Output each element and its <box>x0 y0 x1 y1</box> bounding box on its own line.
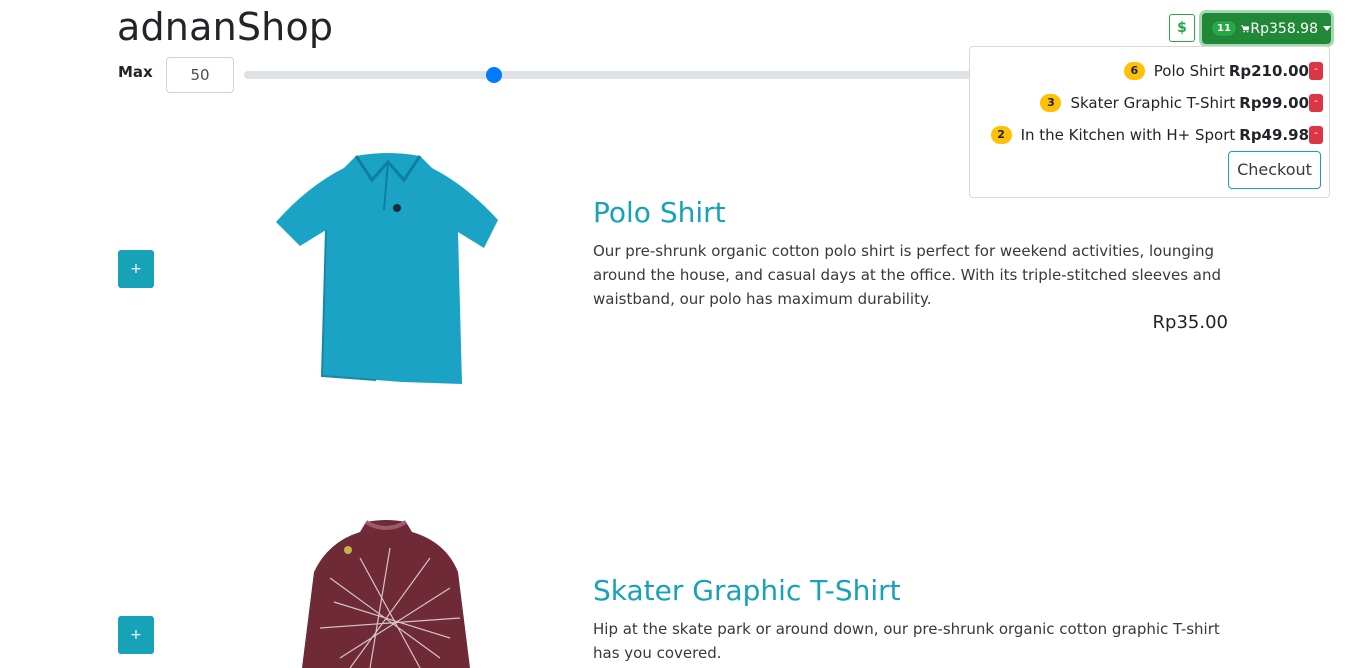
max-price-input[interactable]: 50 <box>166 57 234 93</box>
cart-item: 6 Polo Shirt Rp210.00 - <box>1123 60 1323 82</box>
cart-item-price: Rp99.00 <box>1239 94 1309 112</box>
remove-item-button[interactable]: - <box>1309 94 1323 112</box>
slider-thumb[interactable] <box>486 67 502 83</box>
cart-item: 3 Skater Graphic T-Shirt Rp99.00 - <box>1040 92 1323 114</box>
cart-total: Rp358.98 <box>1250 20 1318 37</box>
cart-item-name: Skater Graphic T-Shirt <box>1070 94 1236 112</box>
cart-item-qty: 2 <box>990 126 1012 144</box>
add-to-cart-button[interactable]: + <box>118 616 154 654</box>
cart-item-qty: 3 <box>1040 94 1062 112</box>
remove-item-button[interactable]: - <box>1309 126 1323 144</box>
add-to-cart-button[interactable]: + <box>118 250 154 288</box>
checkout-button[interactable]: Checkout <box>1228 151 1321 189</box>
brand-title: adnanShop <box>117 5 334 49</box>
product-title: Skater Graphic T-Shirt <box>593 574 901 607</box>
product-title: Polo Shirt <box>593 196 726 229</box>
skater-shirt-image <box>302 520 470 668</box>
remove-item-button[interactable]: - <box>1309 62 1323 80</box>
max-price-slider[interactable] <box>244 71 984 79</box>
cart-icon <box>1240 24 1250 32</box>
cart-item: 2 In the Kitchen with H+ Sport Rp49.98 - <box>990 124 1323 146</box>
cart-item-name: In the Kitchen with H+ Sport <box>1020 126 1236 144</box>
cart-item-price: Rp210.00 <box>1228 62 1309 80</box>
max-label: Max <box>118 63 153 81</box>
cart-count-badge: 11 <box>1211 20 1237 37</box>
currency-button[interactable]: $ <box>1169 14 1195 42</box>
product-description: Hip at the skate park or around down, ou… <box>593 620 1220 662</box>
chevron-down-icon <box>1323 26 1331 31</box>
cart-item-name: Polo Shirt <box>1153 62 1225 80</box>
product-description: Our pre-shrunk organic cotton polo shirt… <box>593 242 1222 308</box>
cart-item-price: Rp49.98 <box>1239 126 1309 144</box>
product-price: Rp35.00 <box>1152 312 1228 333</box>
cart-dropdown-button[interactable]: 11 Rp358.98 <box>1202 13 1331 44</box>
polo-shirt-image <box>276 153 498 384</box>
cart-item-qty: 6 <box>1123 62 1145 80</box>
